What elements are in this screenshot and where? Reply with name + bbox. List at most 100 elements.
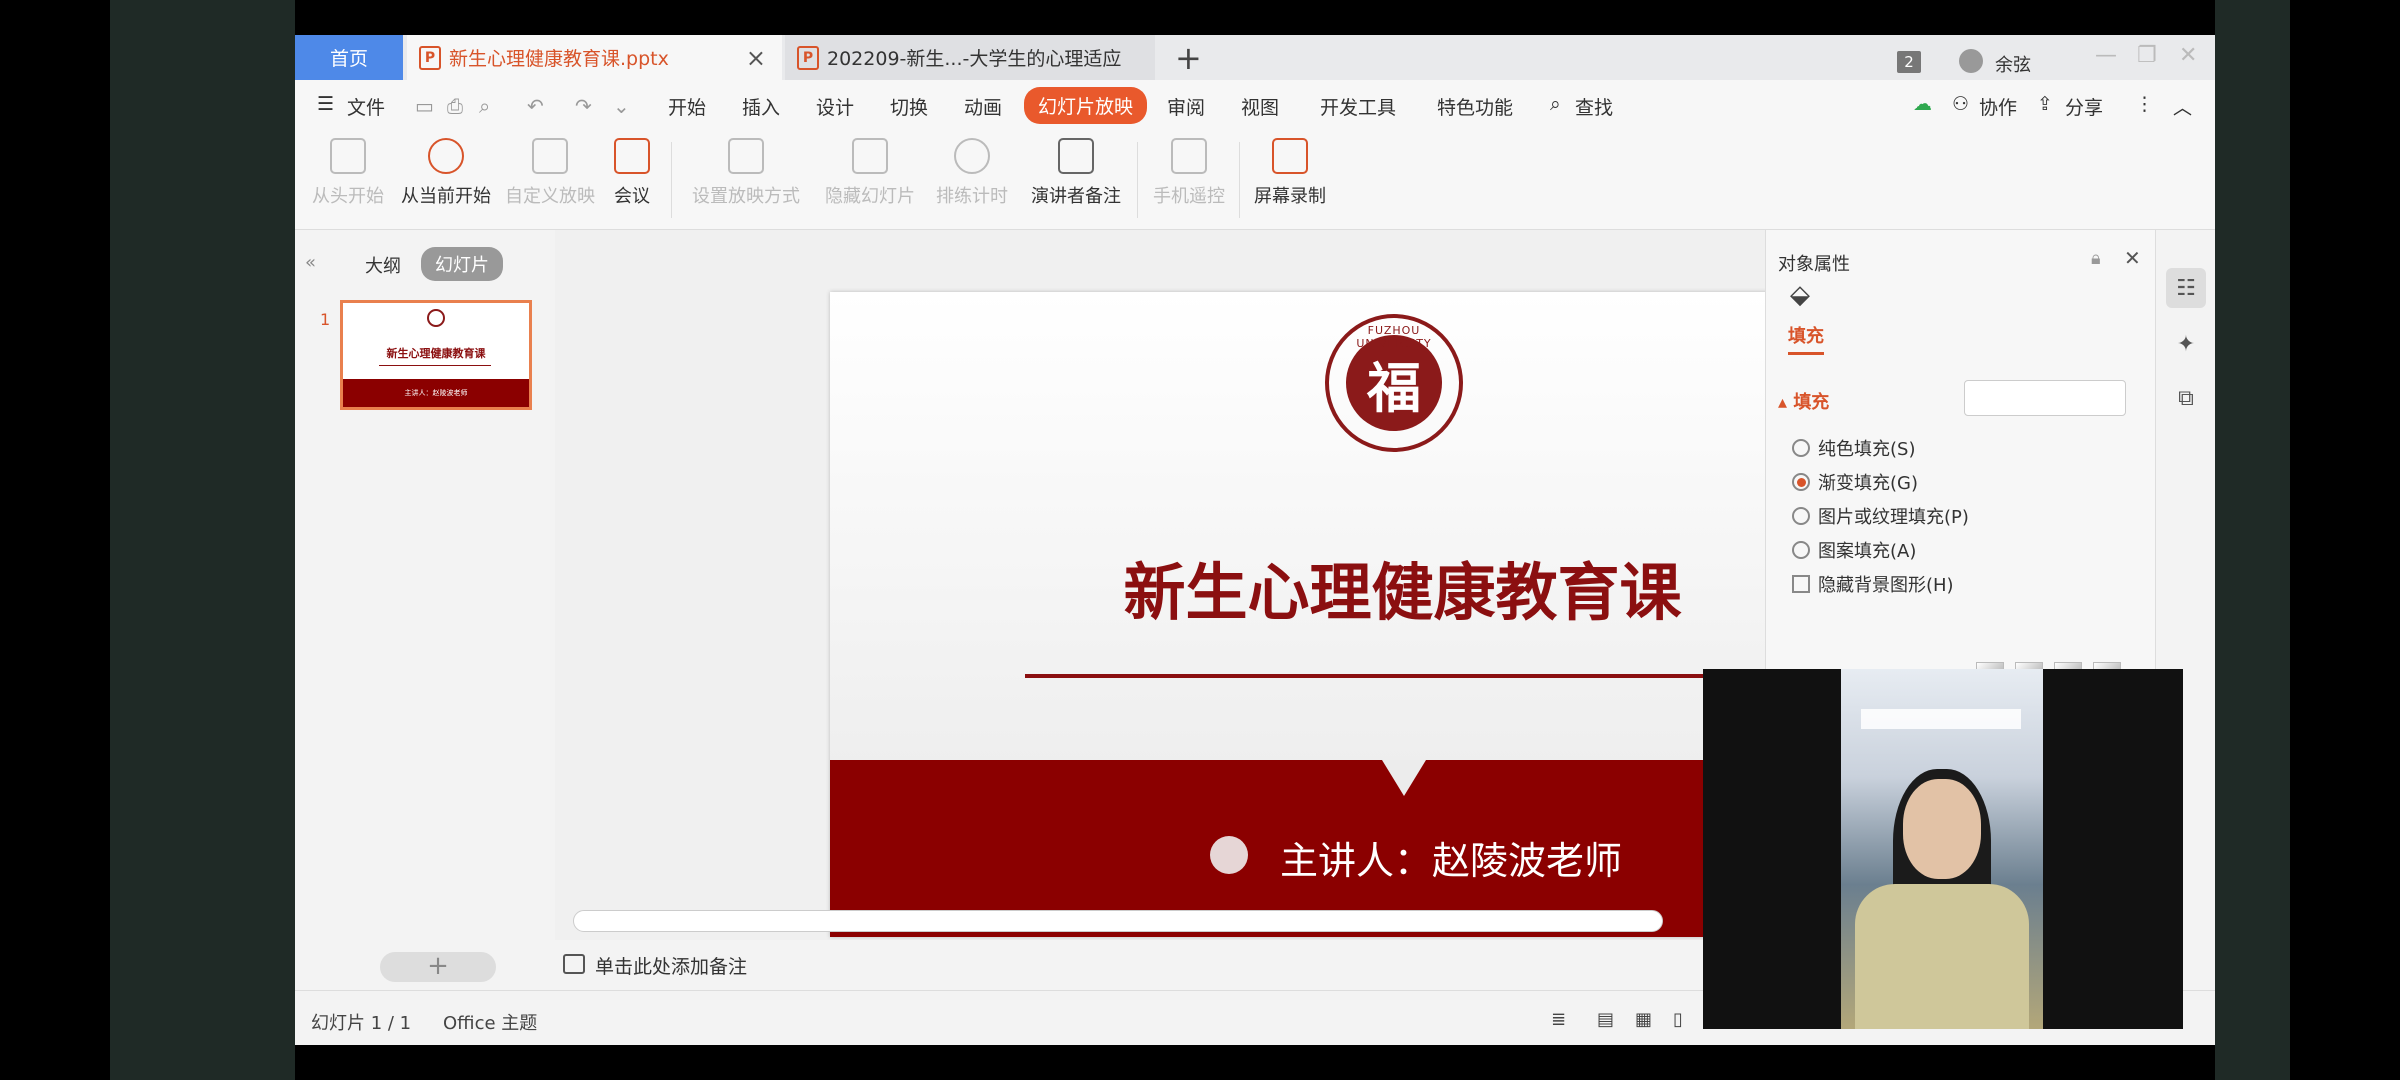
theme-name[interactable]: Office 主题	[443, 1009, 537, 1035]
new-tab-icon[interactable]: +	[1175, 39, 1202, 77]
user-name[interactable]: 余弦	[1995, 51, 2031, 77]
hide-slide-icon	[852, 138, 888, 174]
copy-format-icon[interactable]: ⧉	[2166, 378, 2206, 418]
slide-count: 幻灯片 1 / 1	[311, 1013, 412, 1034]
screen-record-button[interactable]: 屏幕录制	[1251, 138, 1329, 208]
radio-solid-fill[interactable]: 纯色填充(S)	[1792, 435, 1915, 461]
normal-view-icon[interactable]: ▤	[1597, 1009, 1614, 1030]
collapse-ribbon-icon[interactable]: ︿	[2173, 93, 2192, 120]
share-icon[interactable]: ⇪	[2037, 93, 2053, 115]
tab-outline[interactable]: 大纲	[365, 252, 401, 278]
properties-icon[interactable]: ☷	[2166, 268, 2206, 308]
pin-icon[interactable]: ✦	[2166, 324, 2206, 364]
slide-number: 1	[320, 310, 331, 329]
radio-picture-fill[interactable]: 图片或纹理填充(P)	[1792, 503, 1969, 529]
phone-remote-button[interactable]: 手机遥控	[1151, 138, 1227, 208]
fill-bucket-icon[interactable]: ⬙	[1790, 280, 1810, 310]
minimize-icon[interactable]: —	[2095, 43, 2117, 68]
collapse-panel-icon[interactable]: «	[305, 252, 316, 273]
menu-review[interactable]: 审阅	[1167, 93, 1205, 120]
notes-placeholder[interactable]: 单击此处添加备注	[595, 952, 747, 979]
slide-sorter-icon[interactable]: ▦	[1635, 1009, 1652, 1030]
close-window-icon[interactable]: ✕	[2179, 43, 2197, 68]
quick-access-dropdown-icon[interactable]: ⌄	[613, 94, 630, 118]
rehearse-timing-button[interactable]: 排练计时	[931, 138, 1013, 208]
close-panel-icon[interactable]: ✕	[2124, 246, 2141, 270]
menu-design[interactable]: 设计	[816, 93, 854, 120]
tab-second-document[interactable]: P 202209-新生...-大学生的心理适应	[785, 35, 1155, 80]
panel-title[interactable]: 对象属性	[1778, 250, 1850, 276]
menu-file[interactable]: 文件	[347, 93, 385, 120]
notes-toggle-icon[interactable]: ≣	[1551, 1009, 1566, 1030]
menu-insert[interactable]: 插入	[742, 93, 780, 120]
collaborate-button[interactable]: 协作	[1979, 93, 2017, 120]
hamburger-icon[interactable]: ☰	[317, 93, 334, 115]
tab-home[interactable]: 首页	[295, 35, 403, 80]
screen-record-icon	[1272, 138, 1308, 174]
menu-developer[interactable]: 开发工具	[1320, 93, 1396, 120]
cloud-sync-icon[interactable]: ☁	[1913, 93, 1932, 115]
tab-fill[interactable]: 填充	[1788, 322, 1824, 355]
fill-section-header[interactable]: ▴ 填充	[1778, 388, 1829, 414]
radio-gradient-fill[interactable]: 渐变填充(G)	[1792, 469, 1918, 495]
presenter-video	[1841, 669, 2043, 1029]
collaborate-icon[interactable]: ⚇	[1952, 93, 1969, 115]
hide-slide-button[interactable]: 隐藏幻灯片	[823, 138, 917, 208]
more-options-icon[interactable]: ⋮	[2135, 93, 2154, 115]
presenter-body	[1855, 884, 2029, 1029]
setup-show-button[interactable]: 设置放映方式	[687, 138, 805, 208]
checkbox-hide-background[interactable]: 隐藏背景图形(H)	[1792, 571, 1954, 597]
slide-panel: « 大纲 幻灯片 1 新生心理健康教育课 主讲人：赵陵波老师 +	[295, 230, 555, 990]
thumb-title: 新生心理健康教育课	[386, 347, 486, 360]
presenter-notes-button[interactable]: 演讲者备注	[1029, 138, 1123, 208]
add-slide-button[interactable]: +	[380, 952, 496, 982]
reading-view-icon[interactable]: ▯	[1673, 1009, 1683, 1030]
undo-icon[interactable]: ↶	[527, 94, 544, 118]
custom-show-button[interactable]: 自定义放映	[503, 138, 597, 208]
menu-transitions[interactable]: 切换	[890, 93, 928, 120]
print-preview-icon[interactable]: ⌕	[479, 94, 490, 118]
menu-home[interactable]: 开始	[668, 93, 706, 120]
tab-slides[interactable]: 幻灯片	[421, 247, 503, 281]
menu-animations[interactable]: 动画	[964, 93, 1002, 120]
share-button[interactable]: 分享	[2065, 93, 2103, 120]
close-tab-icon[interactable]: ×	[746, 44, 766, 72]
ribbon-divider	[1137, 142, 1138, 218]
save-icon[interactable]: ▭	[415, 94, 434, 118]
start-from-current-button[interactable]: 从当前开始	[399, 138, 493, 208]
horizontal-scrollbar[interactable]	[573, 910, 1663, 932]
redo-icon[interactable]: ↷	[575, 94, 592, 118]
band-notch	[1382, 760, 1426, 796]
lock-icon[interactable]: 🔒︎	[2091, 248, 2101, 269]
start-from-beginning-button[interactable]: 从头开始	[311, 138, 385, 208]
menu-slideshow[interactable]: 幻灯片放映	[1024, 87, 1148, 124]
radio-button	[1792, 439, 1810, 457]
avatar[interactable]	[1959, 49, 1983, 73]
university-logo: FUZHOU UNIVERSITY 福	[1325, 314, 1463, 452]
meeting-button[interactable]: 会议	[607, 138, 657, 208]
fill-preview-dropdown[interactable]	[1964, 380, 2126, 416]
menu-view[interactable]: 视图	[1241, 93, 1279, 120]
window-count-badge[interactable]: 2	[1897, 51, 1921, 73]
ppt-file-icon: P	[419, 45, 441, 70]
search-icon[interactable]: ⌕	[1550, 93, 1561, 115]
slide-editor: FUZHOU UNIVERSITY 福 新生心理健康教育课 主讲人：赵陵波老师 …	[555, 230, 1975, 990]
ceiling-light	[1861, 709, 2021, 729]
menu-bar: ☰ 文件 ▭ ⎙ ⌕ ↶ ↷ ⌄ 开始 插入 设计 切换 动画 幻灯片放映 审阅…	[295, 80, 2215, 130]
slide-thumbnail[interactable]: 新生心理健康教育课 主讲人：赵陵波老师	[340, 300, 532, 410]
menu-features[interactable]: 特色功能	[1437, 93, 1513, 120]
tab-active-document[interactable]: P 新生心理健康教育课.pptx ×	[407, 35, 782, 80]
radio-pattern-fill[interactable]: 图案填充(A)	[1792, 537, 1916, 563]
speaker-text[interactable]: 主讲人：赵陵波老师	[1280, 830, 1622, 885]
restore-icon[interactable]: ❐	[2137, 43, 2157, 68]
custom-show-icon	[532, 138, 568, 174]
ribbon-divider	[1239, 142, 1240, 218]
play-icon	[428, 138, 464, 174]
thumb-band: 主讲人：赵陵波老师	[343, 379, 529, 407]
radio-button	[1792, 507, 1810, 525]
notes-bar[interactable]: 单击此处添加备注	[555, 940, 1765, 990]
search-label[interactable]: 查找	[1575, 93, 1613, 120]
webcam-overlay	[1703, 669, 2183, 1029]
checkbox	[1792, 575, 1810, 593]
print-icon[interactable]: ⎙	[447, 94, 463, 118]
